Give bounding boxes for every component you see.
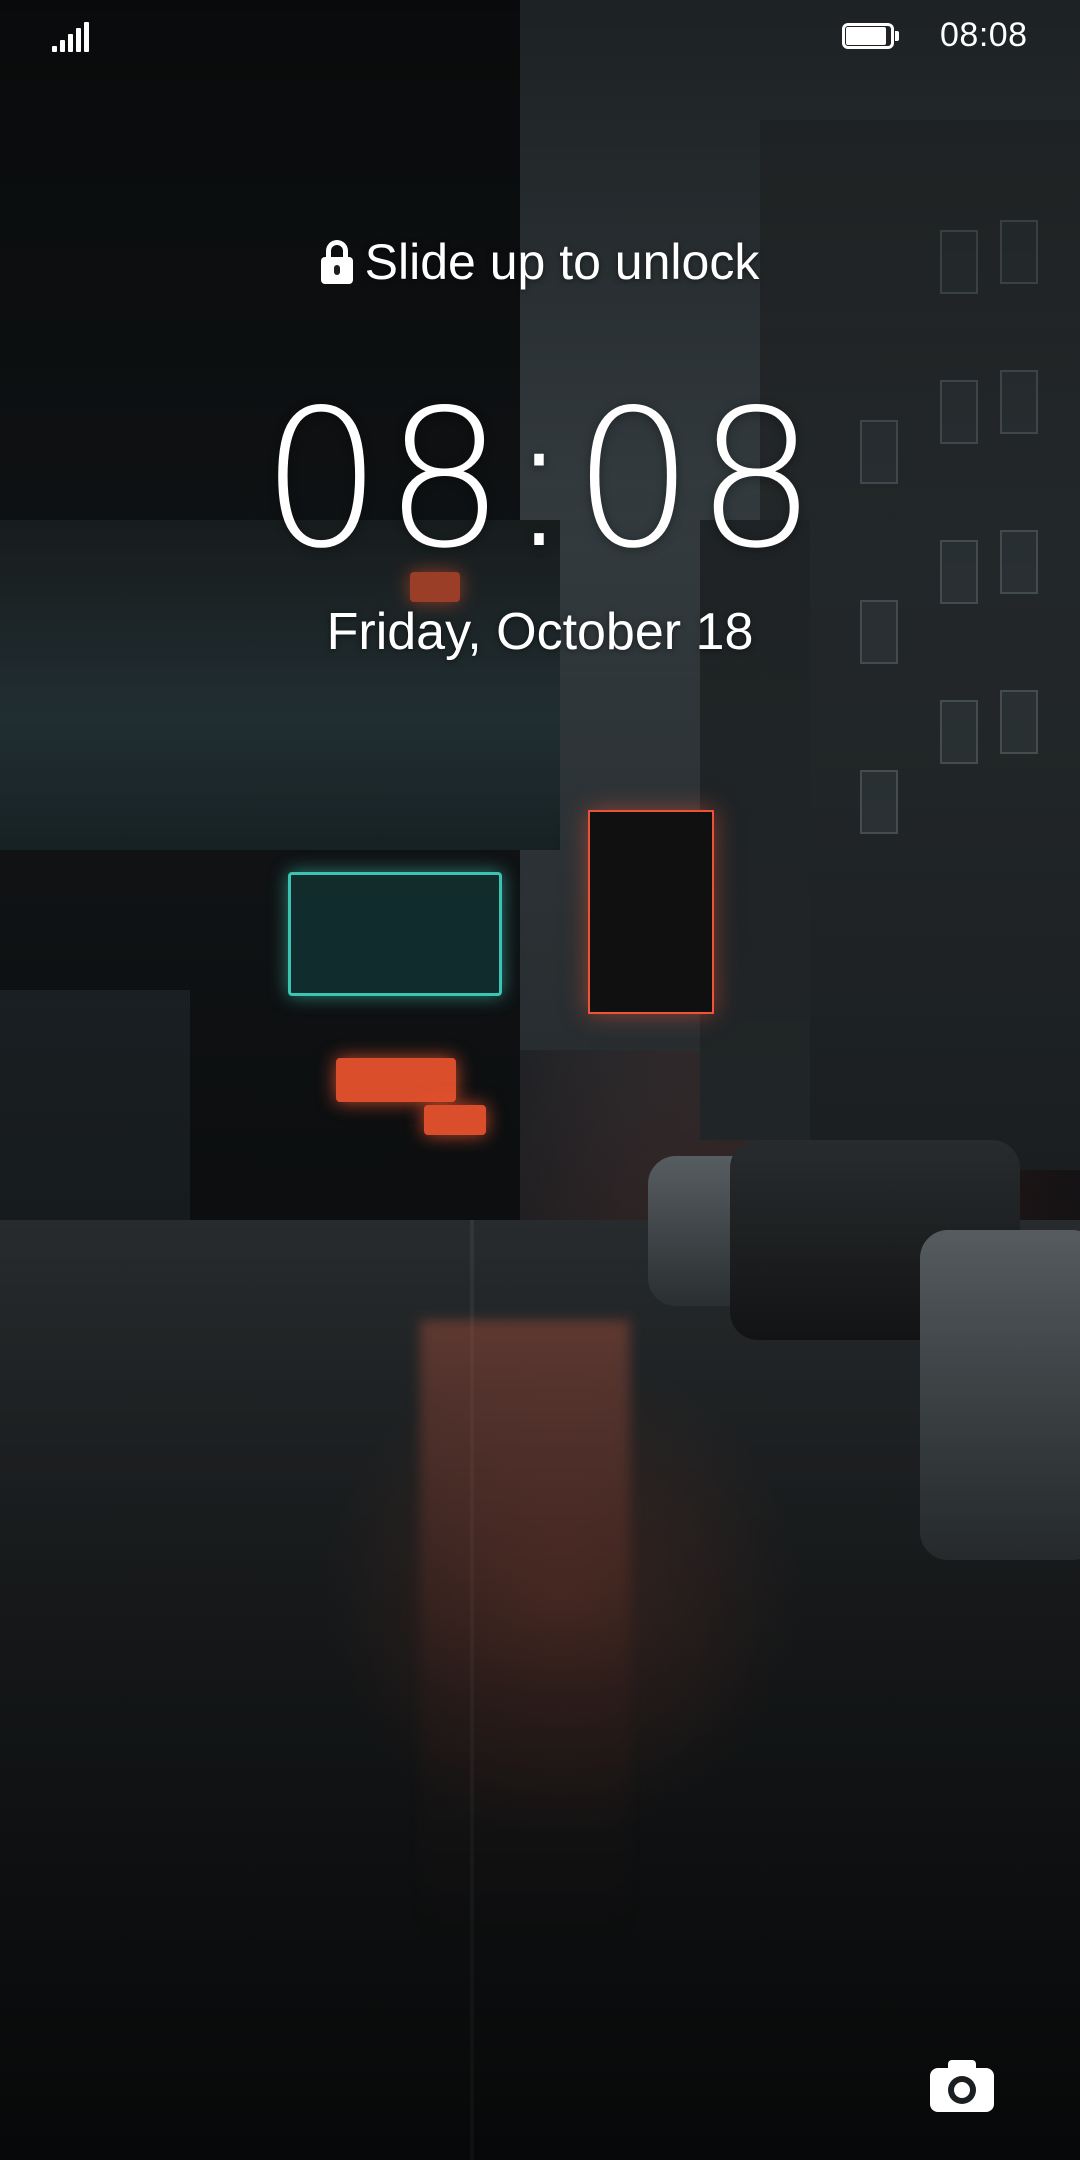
signal-bars-icon [52,22,92,52]
status-bar-time: 08:08 [940,16,1028,54]
status-bar: 08:08 [0,0,1080,72]
wallpaper-image [0,0,1080,2160]
battery-icon [842,23,899,51]
lock-screen[interactable]: 08:08 Slide up to unlock 08:08 Friday, O… [0,0,1080,2160]
wallpaper-vignette [0,0,1080,2160]
camera-shortcut-button[interactable] [928,2058,998,2114]
unlock-hint[interactable]: Slide up to unlock [0,232,1080,292]
unlock-hint-text: Slide up to unlock [364,234,760,290]
lock-icon [320,240,353,284]
lock-screen-clock: 08:08 [261,369,819,590]
lock-screen-date: Friday, October 18 [326,603,754,661]
